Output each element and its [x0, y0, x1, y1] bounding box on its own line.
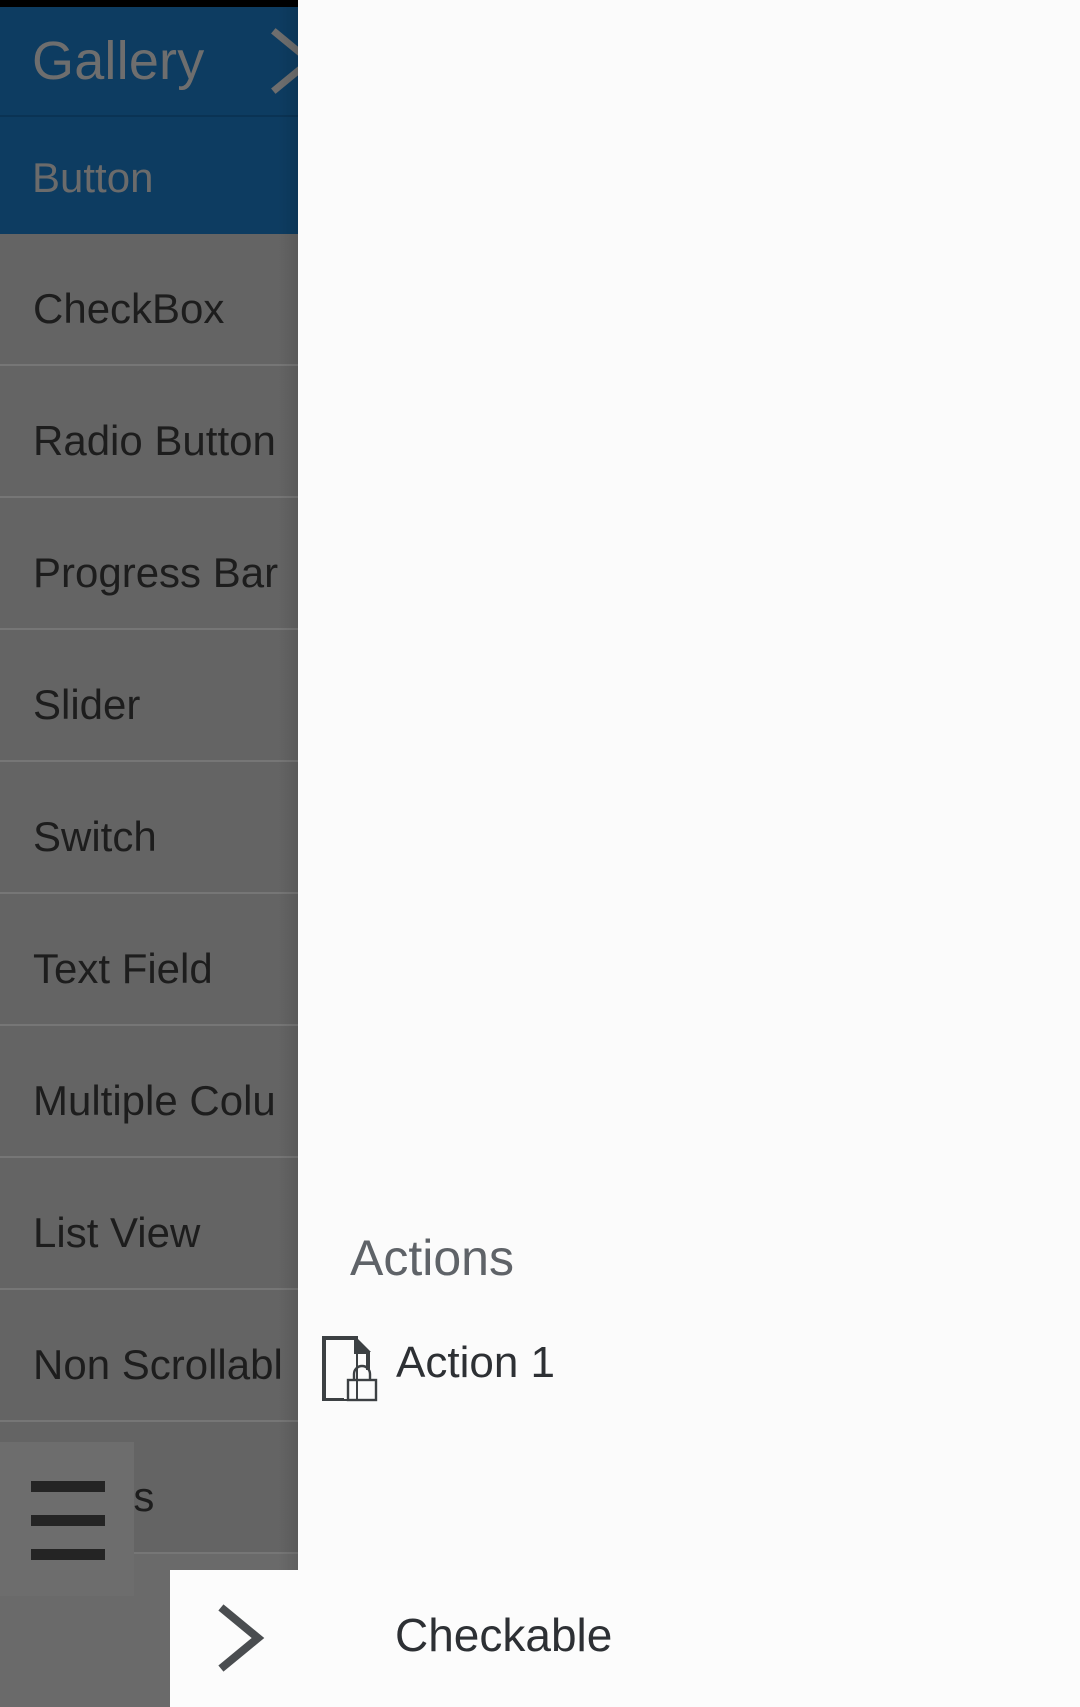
sidebar-item-label: Button	[32, 154, 154, 201]
hamburger-bar-bottom	[31, 1549, 105, 1560]
drawer-header-title: Gallery	[32, 31, 205, 91]
sidebar-item-label: Slider	[33, 681, 141, 728]
drawer-header: Gallery	[0, 7, 298, 115]
sidebar-item-progress-bar[interactable]: Progress Bar	[0, 498, 298, 630]
hamburger-bar-top	[31, 1481, 105, 1492]
sidebar-item-label: Text Field	[33, 945, 213, 992]
chevron-right-icon[interactable]	[258, 25, 298, 97]
sidebar-item-multiple-columns[interactable]: Multiple Colu	[0, 1026, 298, 1158]
sidebar-item-slider[interactable]: Slider	[0, 630, 298, 762]
checkable-menu-label: Checkable	[395, 1609, 613, 1661]
chevron-right-icon[interactable]	[202, 1600, 278, 1676]
sidebar-item-label: Switch	[33, 813, 157, 860]
action-item-row[interactable]: Action 1	[298, 1330, 1080, 1422]
sidebar-item-text-field[interactable]: Text Field	[0, 894, 298, 1026]
sidebar-item-label: CheckBox	[33, 285, 225, 332]
checkable-menu-card[interactable]: Checkable	[170, 1570, 1080, 1707]
sidebar-item-label: List View	[33, 1209, 201, 1256]
sidebar-item-checkbox[interactable]: CheckBox	[0, 234, 298, 366]
sidebar-item-radio-button[interactable]: Radio Button	[0, 366, 298, 498]
action-item-label: Action 1	[396, 1338, 555, 1387]
sidebar-item-label: Non Scrollabl	[33, 1341, 283, 1388]
sidebar-item-label: Multiple Colu	[33, 1077, 276, 1124]
sidebar-item-switch[interactable]: Switch	[0, 762, 298, 894]
drawer-item-list: CheckBox Radio Button Progress Bar Slide…	[0, 234, 298, 1554]
sidebar-item-non-scrollable[interactable]: Non Scrollabl	[0, 1290, 298, 1422]
status-bar-strip	[0, 0, 298, 7]
sidebar-item-button[interactable]: Button	[0, 117, 298, 234]
sidebar-item-label: Progress Bar	[33, 549, 279, 596]
sidebar-item-list-view[interactable]: List View	[0, 1158, 298, 1290]
document-lock-icon	[322, 1336, 378, 1402]
hamburger-menu-icon[interactable]	[0, 1442, 134, 1596]
app-screen: Actions Action 1 Gallery Button CheckBox…	[0, 0, 1080, 1707]
sidebar-item-label: Radio Button	[33, 417, 276, 464]
actions-panel-title: Actions	[350, 1230, 514, 1286]
hamburger-bar-middle	[31, 1515, 105, 1526]
